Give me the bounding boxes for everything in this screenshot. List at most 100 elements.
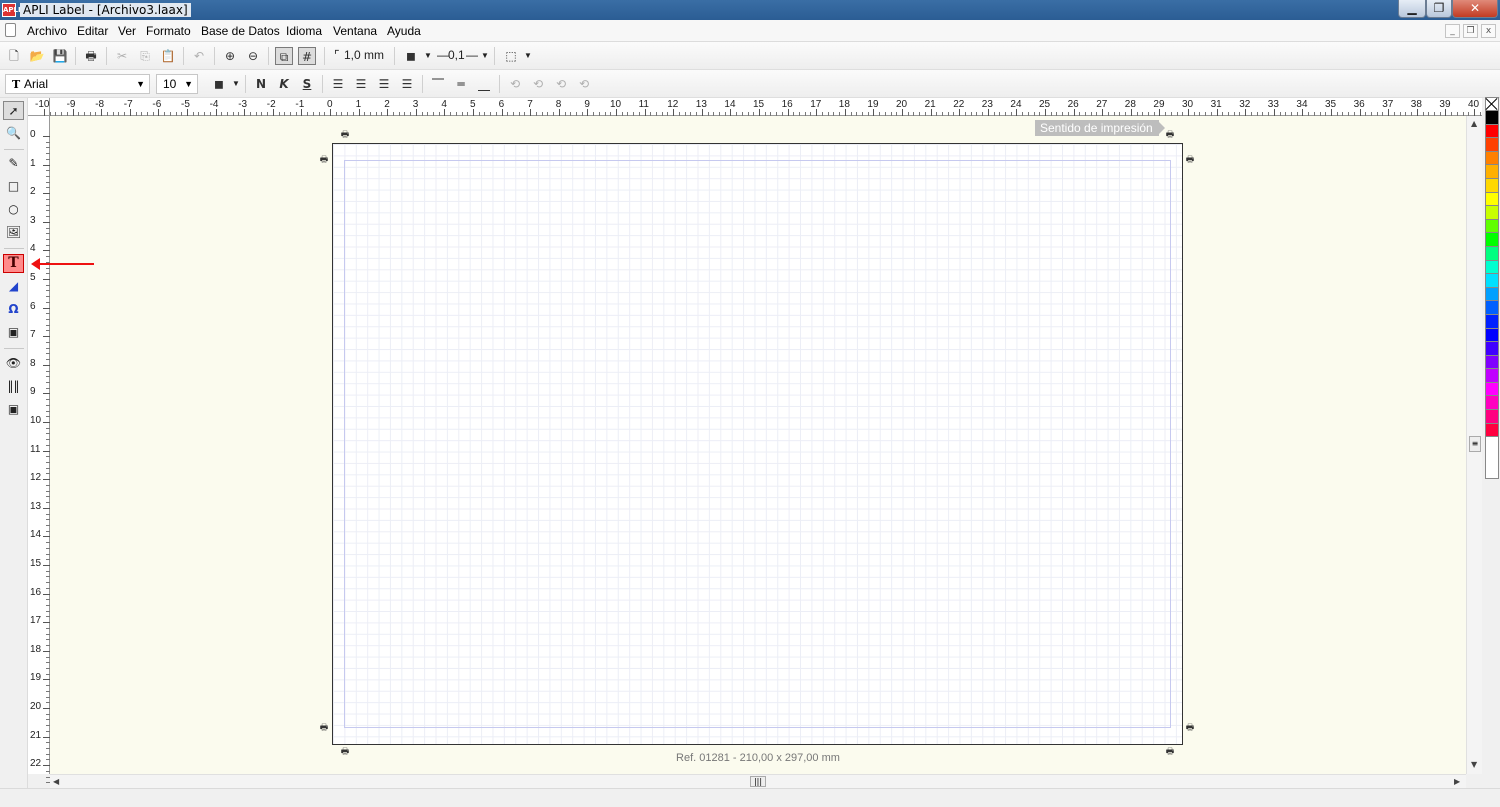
line-width-value[interactable]: 0,1 — [448, 48, 465, 62]
shadow-icon[interactable]: ⬚ — [502, 47, 520, 65]
snap-icon[interactable]: ⧉ — [275, 47, 293, 65]
select-tool-icon[interactable]: ➚ — [3, 101, 24, 120]
valign-bottom-icon[interactable]: ⎽ — [475, 75, 493, 93]
align-right-icon[interactable]: ☰ — [375, 75, 393, 93]
color-swatch[interactable] — [1486, 124, 1498, 139]
valign-top-icon[interactable]: ⎺ — [429, 75, 447, 93]
color-swatch[interactable] — [1486, 410, 1498, 424]
mdi-close-button[interactable]: x — [1481, 24, 1496, 38]
minimize-button[interactable]: ▁ — [1398, 0, 1426, 18]
color-swatch[interactable] — [1486, 274, 1498, 288]
image-tool-icon[interactable]: 🖼 — [3, 223, 24, 242]
color-swatch[interactable] — [1486, 151, 1498, 166]
chevron-down-icon[interactable]: ▼ — [524, 51, 532, 60]
menu-ver[interactable]: Ver — [118, 24, 136, 38]
menu-ayuda[interactable]: Ayuda — [387, 24, 421, 38]
color-swatch[interactable] — [1486, 178, 1498, 193]
color-swatch[interactable] — [1486, 192, 1498, 207]
fill-color-icon[interactable]: ◼ — [402, 47, 420, 65]
color-swatch[interactable] — [1486, 382, 1498, 397]
color-swatch[interactable] — [1486, 328, 1498, 343]
vertical-scroll-thumb[interactable]: ≡ — [1469, 436, 1481, 452]
zoom-in-icon[interactable]: ⊕ — [221, 47, 239, 65]
scroll-left-icon[interactable]: ◀ — [53, 777, 59, 786]
color-swatch[interactable] — [1486, 138, 1498, 152]
rotate-icon[interactable]: ⟲ — [575, 75, 593, 93]
bold-button[interactable]: N — [252, 75, 270, 93]
color-swatch[interactable] — [1486, 219, 1498, 234]
rotate-icon[interactable]: ⟲ — [552, 75, 570, 93]
chevron-down-icon[interactable]: ▼ — [424, 51, 432, 60]
text-tool-icon[interactable]: T — [3, 254, 24, 273]
menu-archivo[interactable]: Archivo — [27, 24, 67, 38]
open-icon[interactable]: 📂 — [28, 47, 46, 65]
close-button[interactable]: ✕ — [1452, 0, 1498, 18]
italic-button[interactable]: K — [275, 75, 293, 93]
rotate-icon[interactable]: ⟲ — [506, 75, 524, 93]
align-left-icon[interactable]: ☰ — [329, 75, 347, 93]
color-swatch[interactable] — [1486, 301, 1498, 315]
horizontal-scrollbar[interactable]: ◀ ||| ▶ — [50, 774, 1466, 788]
color-swatch[interactable] — [1486, 355, 1498, 370]
mdi-minimize-button[interactable]: _ — [1445, 24, 1460, 38]
rectangle-tool-icon[interactable]: □ — [3, 177, 24, 196]
grid-size-value[interactable]: 1,0 mm — [344, 48, 384, 62]
color-swatch[interactable] — [1486, 423, 1498, 438]
paste-icon[interactable]: 📋 — [159, 47, 177, 65]
grid-icon[interactable]: # — [298, 47, 316, 65]
chevron-down-icon[interactable]: ▼ — [481, 51, 489, 60]
new-icon[interactable]: 🗋 — [5, 47, 23, 65]
undo-icon[interactable]: ↶ — [190, 47, 208, 65]
color-swatch[interactable] — [1486, 246, 1498, 261]
color-swatch[interactable] — [1486, 369, 1498, 383]
color-swatch[interactable] — [1486, 206, 1498, 220]
menu-editar[interactable]: Editar — [77, 24, 108, 38]
font-name-select[interactable]: T Arial ▼ — [5, 74, 150, 94]
vertical-scrollbar[interactable]: ▲ ≡ ▼ — [1466, 116, 1482, 774]
save-icon[interactable]: 💾 — [51, 47, 69, 65]
menu-formato[interactable]: Formato — [146, 24, 191, 38]
maximize-button[interactable]: ❐ — [1426, 0, 1452, 18]
menu-base-de-datos[interactable]: Base de Datos — [201, 24, 280, 38]
cut-icon[interactable]: ✂ — [113, 47, 131, 65]
vertical-text-tool-icon[interactable]: ◢ — [3, 277, 24, 296]
chevron-down-icon[interactable]: ▼ — [232, 79, 240, 88]
frame-tool-icon[interactable]: ▣ — [3, 400, 24, 419]
mdi-restore-button[interactable]: ❐ — [1463, 24, 1478, 38]
horizontal-scroll-thumb[interactable]: ||| — [750, 776, 766, 787]
visibility-tool-icon[interactable]: 👁 — [3, 354, 24, 373]
no-color-swatch[interactable] — [1486, 98, 1498, 111]
ellipse-tool-icon[interactable]: ○ — [3, 200, 24, 219]
color-swatch[interactable] — [1486, 287, 1498, 302]
color-swatch[interactable] — [1486, 396, 1498, 411]
menu-ventana[interactable]: Ventana — [333, 24, 377, 38]
underline-button[interactable]: S — [298, 75, 316, 93]
document-icon[interactable] — [5, 23, 16, 37]
rotate-icon[interactable]: ⟲ — [529, 75, 547, 93]
barcode-tool-icon[interactable]: ‖‖ — [3, 377, 24, 396]
color-swatch[interactable] — [1486, 233, 1498, 247]
color-swatch[interactable] — [1486, 260, 1498, 275]
scroll-right-icon[interactable]: ▶ — [1454, 777, 1460, 786]
zoom-out-icon[interactable]: ⊖ — [244, 47, 262, 65]
valign-middle-icon[interactable]: ═ — [452, 75, 470, 93]
design-canvas[interactable]: Sentido de impresión 🖶 🖶 🖶 🖶 🖶 🖶 🖶 🖶 Ref… — [50, 116, 1466, 774]
font-size-select[interactable]: 10 ▼ — [156, 74, 198, 94]
zoom-tool-icon[interactable]: 🔍 — [3, 124, 24, 143]
database-field-tool-icon[interactable]: ▣ — [3, 323, 24, 342]
pencil-tool-icon[interactable]: ✎ — [3, 154, 24, 173]
color-swatch[interactable] — [1486, 314, 1498, 329]
scroll-up-icon[interactable]: ▲ — [1471, 119, 1477, 128]
align-justify-icon[interactable]: ☰ — [398, 75, 416, 93]
label-page[interactable] — [332, 143, 1183, 745]
text-color-icon[interactable]: ◼ — [210, 75, 228, 93]
color-swatch[interactable] — [1486, 342, 1498, 356]
align-center-icon[interactable]: ☰ — [352, 75, 370, 93]
copy-icon[interactable]: ⎘ — [136, 47, 154, 65]
color-swatch[interactable] — [1486, 165, 1498, 179]
color-swatch[interactable] — [1486, 111, 1498, 125]
print-icon[interactable]: 🖶 — [82, 47, 100, 65]
menu-idioma[interactable]: Idioma — [286, 24, 322, 38]
symbol-tool-icon[interactable]: Ω — [3, 300, 24, 319]
scroll-down-icon[interactable]: ▼ — [1471, 760, 1477, 769]
